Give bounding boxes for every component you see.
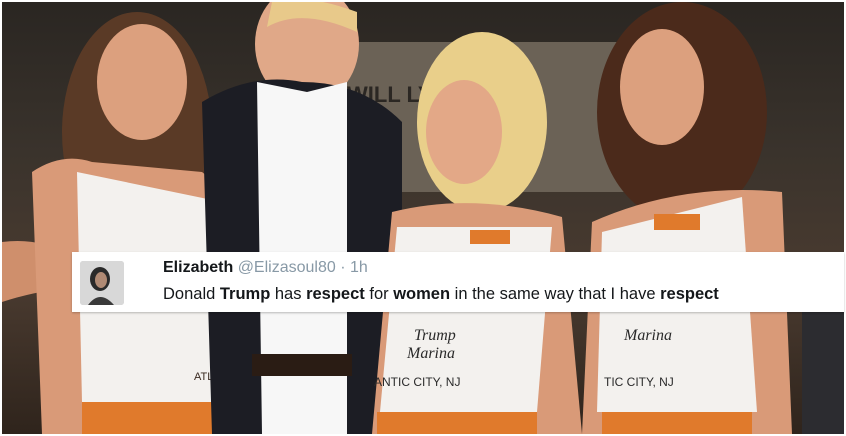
woman-3-shirt-text-2: TIC CITY, NJ [604, 375, 674, 389]
woman-2-shirt-text-3: ANTIC CITY, NJ [374, 375, 460, 389]
woman-1-face [97, 24, 187, 140]
woman-2-nametag [470, 230, 510, 244]
tweet-text-part: has [270, 285, 307, 303]
avatar[interactable] [80, 261, 124, 305]
man-belt [252, 354, 352, 376]
tweet-text-bold: respect [660, 285, 719, 303]
tweet-text-bold: respect [306, 285, 365, 303]
tweet-text-part: Donald [163, 285, 220, 303]
woman-3-shirt-text-1: Marina [623, 327, 672, 344]
avatar-image [80, 261, 124, 305]
tweet-text: Donald Trump has respect for women in th… [163, 285, 719, 304]
tweet-text-bold: Trump [219, 285, 271, 303]
tweet-header: Elizabeth @Elizasoul80 · 1h [163, 259, 368, 277]
photo: WILL LY AW ATLA Trump Marina ANTIC CITY,… [2, 2, 844, 434]
woman-3-nametag [654, 214, 700, 230]
woman-1-shorts [82, 402, 232, 434]
woman-2-shorts [377, 412, 537, 434]
tweet-card[interactable]: Elizabeth @Elizasoul80 · 1h Donald Trump… [72, 252, 844, 312]
tweet-timestamp[interactable]: 1h [350, 259, 368, 276]
woman-2-shirt-text-2: Marina [406, 345, 455, 362]
photo-scene: WILL LY AW ATLA Trump Marina ANTIC CITY,… [2, 2, 844, 434]
woman-2-shirt-text-1: Trump [414, 327, 456, 344]
tweet-author-handle[interactable]: @Elizasoul80 [238, 259, 336, 276]
tweet-separator: · [340, 259, 346, 276]
tweet-text-bold: women [393, 285, 451, 303]
woman-2-face [426, 80, 502, 184]
tweet-author-name[interactable]: Elizabeth [163, 259, 233, 276]
tweet-text-part: in the same way that I have [450, 285, 661, 303]
tweet-text-part: for [364, 285, 394, 303]
woman-3-shorts [602, 412, 752, 434]
woman-3-face [620, 29, 704, 145]
